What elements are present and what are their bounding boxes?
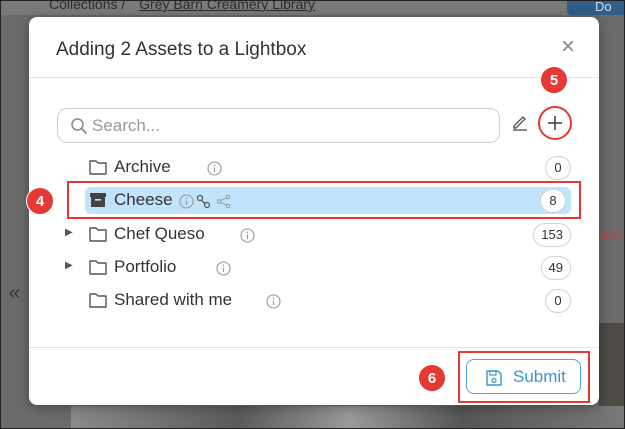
asset-count-badge: 0	[545, 156, 571, 180]
folder-name: Portfolio	[114, 257, 177, 276]
background-header: Collections / Grey Barn Creamery Library…	[1, 0, 624, 15]
highlight-submit-button	[458, 351, 590, 403]
folder-row-chef-queso[interactable]: ▶ Chef Queso 153	[65, 221, 571, 248]
close-icon[interactable]: ×	[558, 35, 578, 59]
breadcrumb-library[interactable]: Grey Barn Creamery Library	[139, 1, 315, 12]
breadcrumb-separator: /	[121, 0, 126, 12]
search-input[interactable]	[92, 114, 492, 138]
pencil-icon[interactable]	[511, 113, 529, 131]
breadcrumb: Collections / Grey Barn Creamery Library	[49, 0, 315, 12]
folder-icon	[89, 260, 107, 275]
folder-icon	[89, 227, 107, 242]
search-icon	[71, 118, 87, 134]
asset-count-badge: 0	[545, 289, 571, 313]
background-red-text: ectio	[601, 226, 624, 242]
highlight-cheese-row	[67, 181, 581, 219]
background-action-button[interactable]: Do	[567, 0, 624, 15]
folder-icon	[89, 293, 107, 308]
expand-caret-icon[interactable]: ▶	[65, 260, 73, 271]
info-icon[interactable]	[266, 294, 281, 309]
plus-icon	[548, 116, 562, 130]
step-badge-5: 5	[540, 66, 568, 94]
info-icon[interactable]	[240, 228, 255, 243]
asset-count-badge: 153	[533, 223, 571, 247]
folder-row-portfolio[interactable]: ▶ Portfolio 49	[65, 254, 571, 281]
footer-divider	[29, 347, 599, 348]
step-badge-4: 4	[26, 187, 54, 215]
folder-icon	[89, 160, 107, 175]
folder-name: Archive	[114, 157, 171, 176]
info-icon[interactable]	[216, 261, 231, 276]
background-action-label: Do	[595, 0, 612, 14]
add-lightbox-button[interactable]	[538, 106, 572, 140]
folder-name: Chef Queso	[114, 224, 205, 243]
breadcrumb-collections[interactable]: Collections	[49, 1, 117, 12]
folder-name: Shared with me	[114, 290, 233, 309]
collapse-sidebar-icon[interactable]: «	[9, 282, 20, 305]
folder-row-shared-with-me[interactable]: Shared with me 0	[85, 287, 571, 314]
info-icon[interactable]	[207, 161, 222, 176]
search-box[interactable]	[57, 108, 500, 143]
asset-count-badge: 49	[540, 256, 571, 280]
screenshot-frame: Collections / Grey Barn Creamery Library…	[0, 0, 625, 429]
expand-caret-icon[interactable]: ▶	[65, 227, 73, 238]
background-thumbnails-strip	[71, 406, 624, 428]
header-divider	[29, 77, 599, 78]
background-thumbnail	[599, 323, 624, 413]
step-badge-6: 6	[418, 364, 446, 392]
dialog-title: Adding 2 Assets to a Lightbox	[56, 39, 307, 60]
folder-row-archive[interactable]: Archive 0	[85, 154, 571, 181]
